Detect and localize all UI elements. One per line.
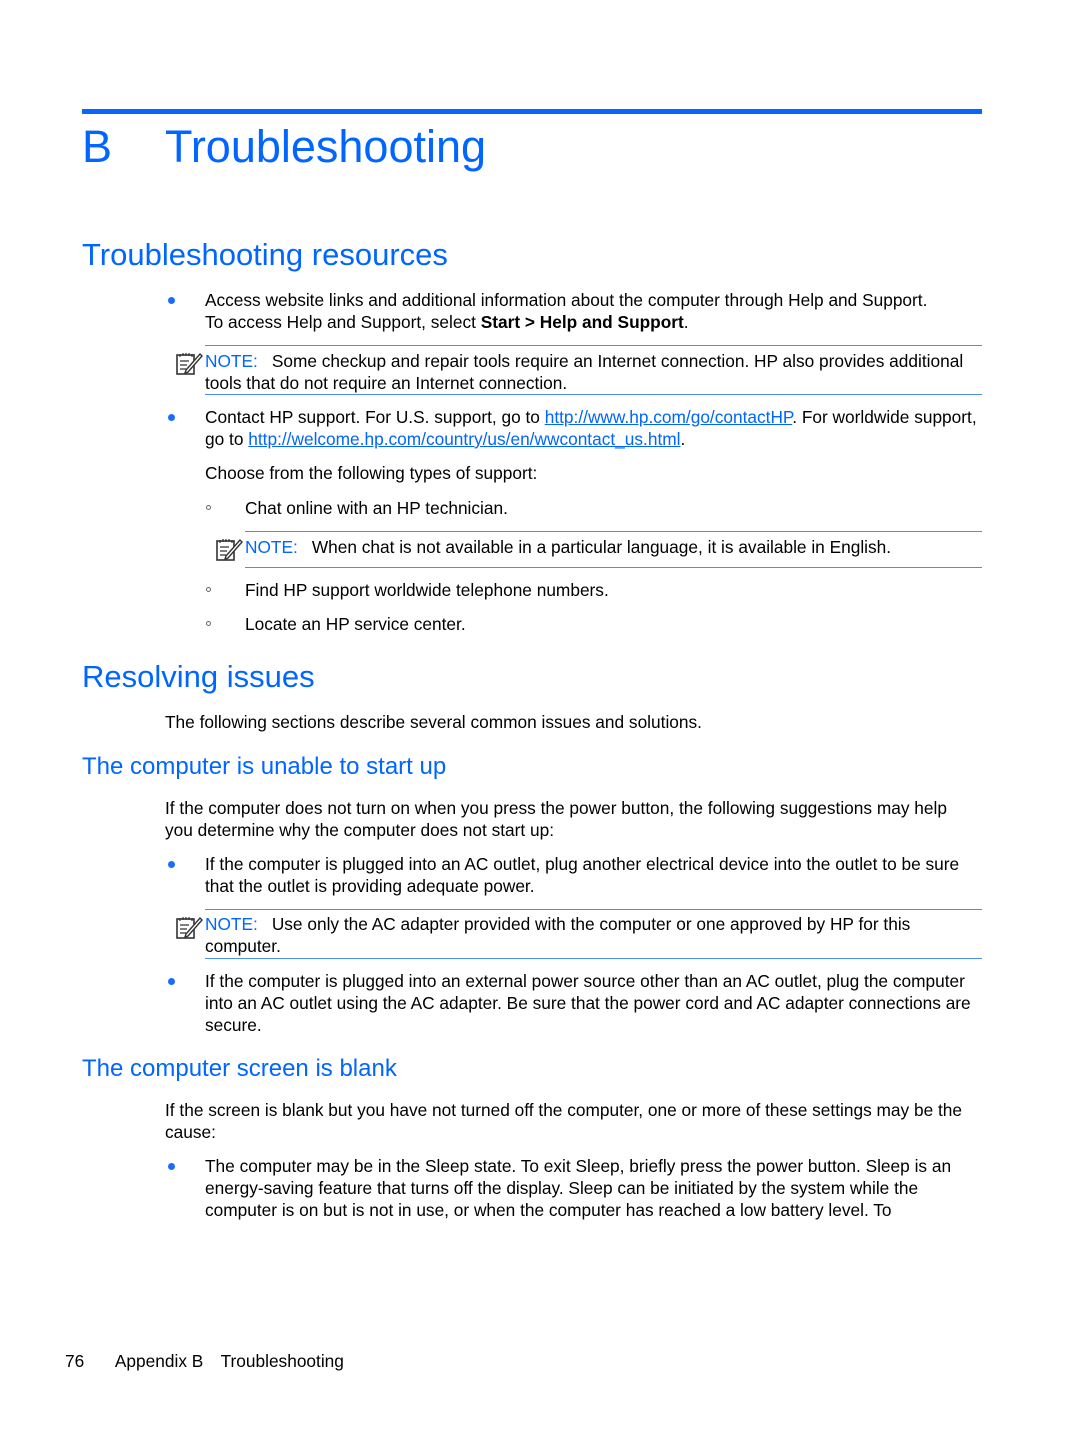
resources-bullet-1: Access website links and additional info… [205, 290, 928, 332]
sub-bullet-icon [206, 621, 211, 626]
chapter-top-rule [82, 109, 982, 114]
section-heading-resolving: Resolving issues [82, 659, 315, 694]
startup-intro: If the computer does not turn on when yo… [165, 798, 947, 840]
note-text: NOTE: Use only the AC adapter provided wi… [205, 914, 911, 956]
sub-item-phone: Find HP support worldwide telephone numb… [245, 580, 609, 600]
note-label: NOTE: [205, 351, 258, 371]
note-label: NOTE: [205, 914, 258, 934]
bullet-icon [168, 414, 175, 421]
subsection-heading-blank: The computer screen is blank [82, 1055, 397, 1082]
sub-bullet-icon [206, 505, 211, 510]
note-pencil-icon [215, 536, 243, 562]
page-footer: 76 Appendix B Troubleshooting [65, 1350, 344, 1372]
startup-bullet-1: If the computer is plugged into an AC ou… [205, 854, 960, 896]
bullet-icon [168, 297, 175, 304]
blank-intro: If the screen is blank but you have not … [165, 1100, 963, 1142]
footer-appendix: Appendix B [114, 1351, 204, 1371]
bullet-icon [168, 861, 175, 868]
note-text: NOTE: When chat is not available in a par… [245, 537, 892, 557]
sub-item-service-center: Locate an HP service center. [245, 614, 466, 634]
sub-item-chat: Chat online with an HP technician. [245, 498, 508, 518]
page-number: 76 [65, 1351, 85, 1371]
note-label: NOTE: [245, 537, 298, 557]
menu-path: Start > Help and Support [480, 312, 684, 332]
blank-bullet-1: The computer may be in the Sleep state. … [205, 1156, 952, 1220]
contact-hp-link[interactable]: http://www.hp.com/go/contactHP [545, 407, 793, 427]
note-text: NOTE: Some checkup and repair tools requi… [205, 351, 964, 393]
note-pencil-icon [175, 350, 203, 376]
support-types-intro: Choose from the following types of suppo… [205, 463, 538, 483]
chapter-letter: B [82, 121, 113, 172]
sub-bullet-icon [206, 587, 211, 592]
footer-title: Troubleshooting [220, 1351, 344, 1371]
chapter-title: Troubleshooting [165, 121, 487, 172]
bullet-icon [168, 978, 175, 985]
bullet-icon [168, 1163, 175, 1170]
startup-bullet-2: If the computer is plugged into an exter… [205, 971, 971, 1035]
resources-bullet-2: Contact HP support. For U.S. support, go… [205, 407, 977, 449]
section-heading-resources: Troubleshooting resources [82, 237, 448, 272]
subsection-heading-startup: The computer is unable to start up [82, 753, 447, 780]
note-pencil-icon [175, 914, 203, 940]
worldwide-contact-link[interactable]: http://welcome.hp.com/country/us/en/wwco… [248, 429, 680, 449]
resolving-intro: The following sections describe several … [165, 712, 702, 732]
